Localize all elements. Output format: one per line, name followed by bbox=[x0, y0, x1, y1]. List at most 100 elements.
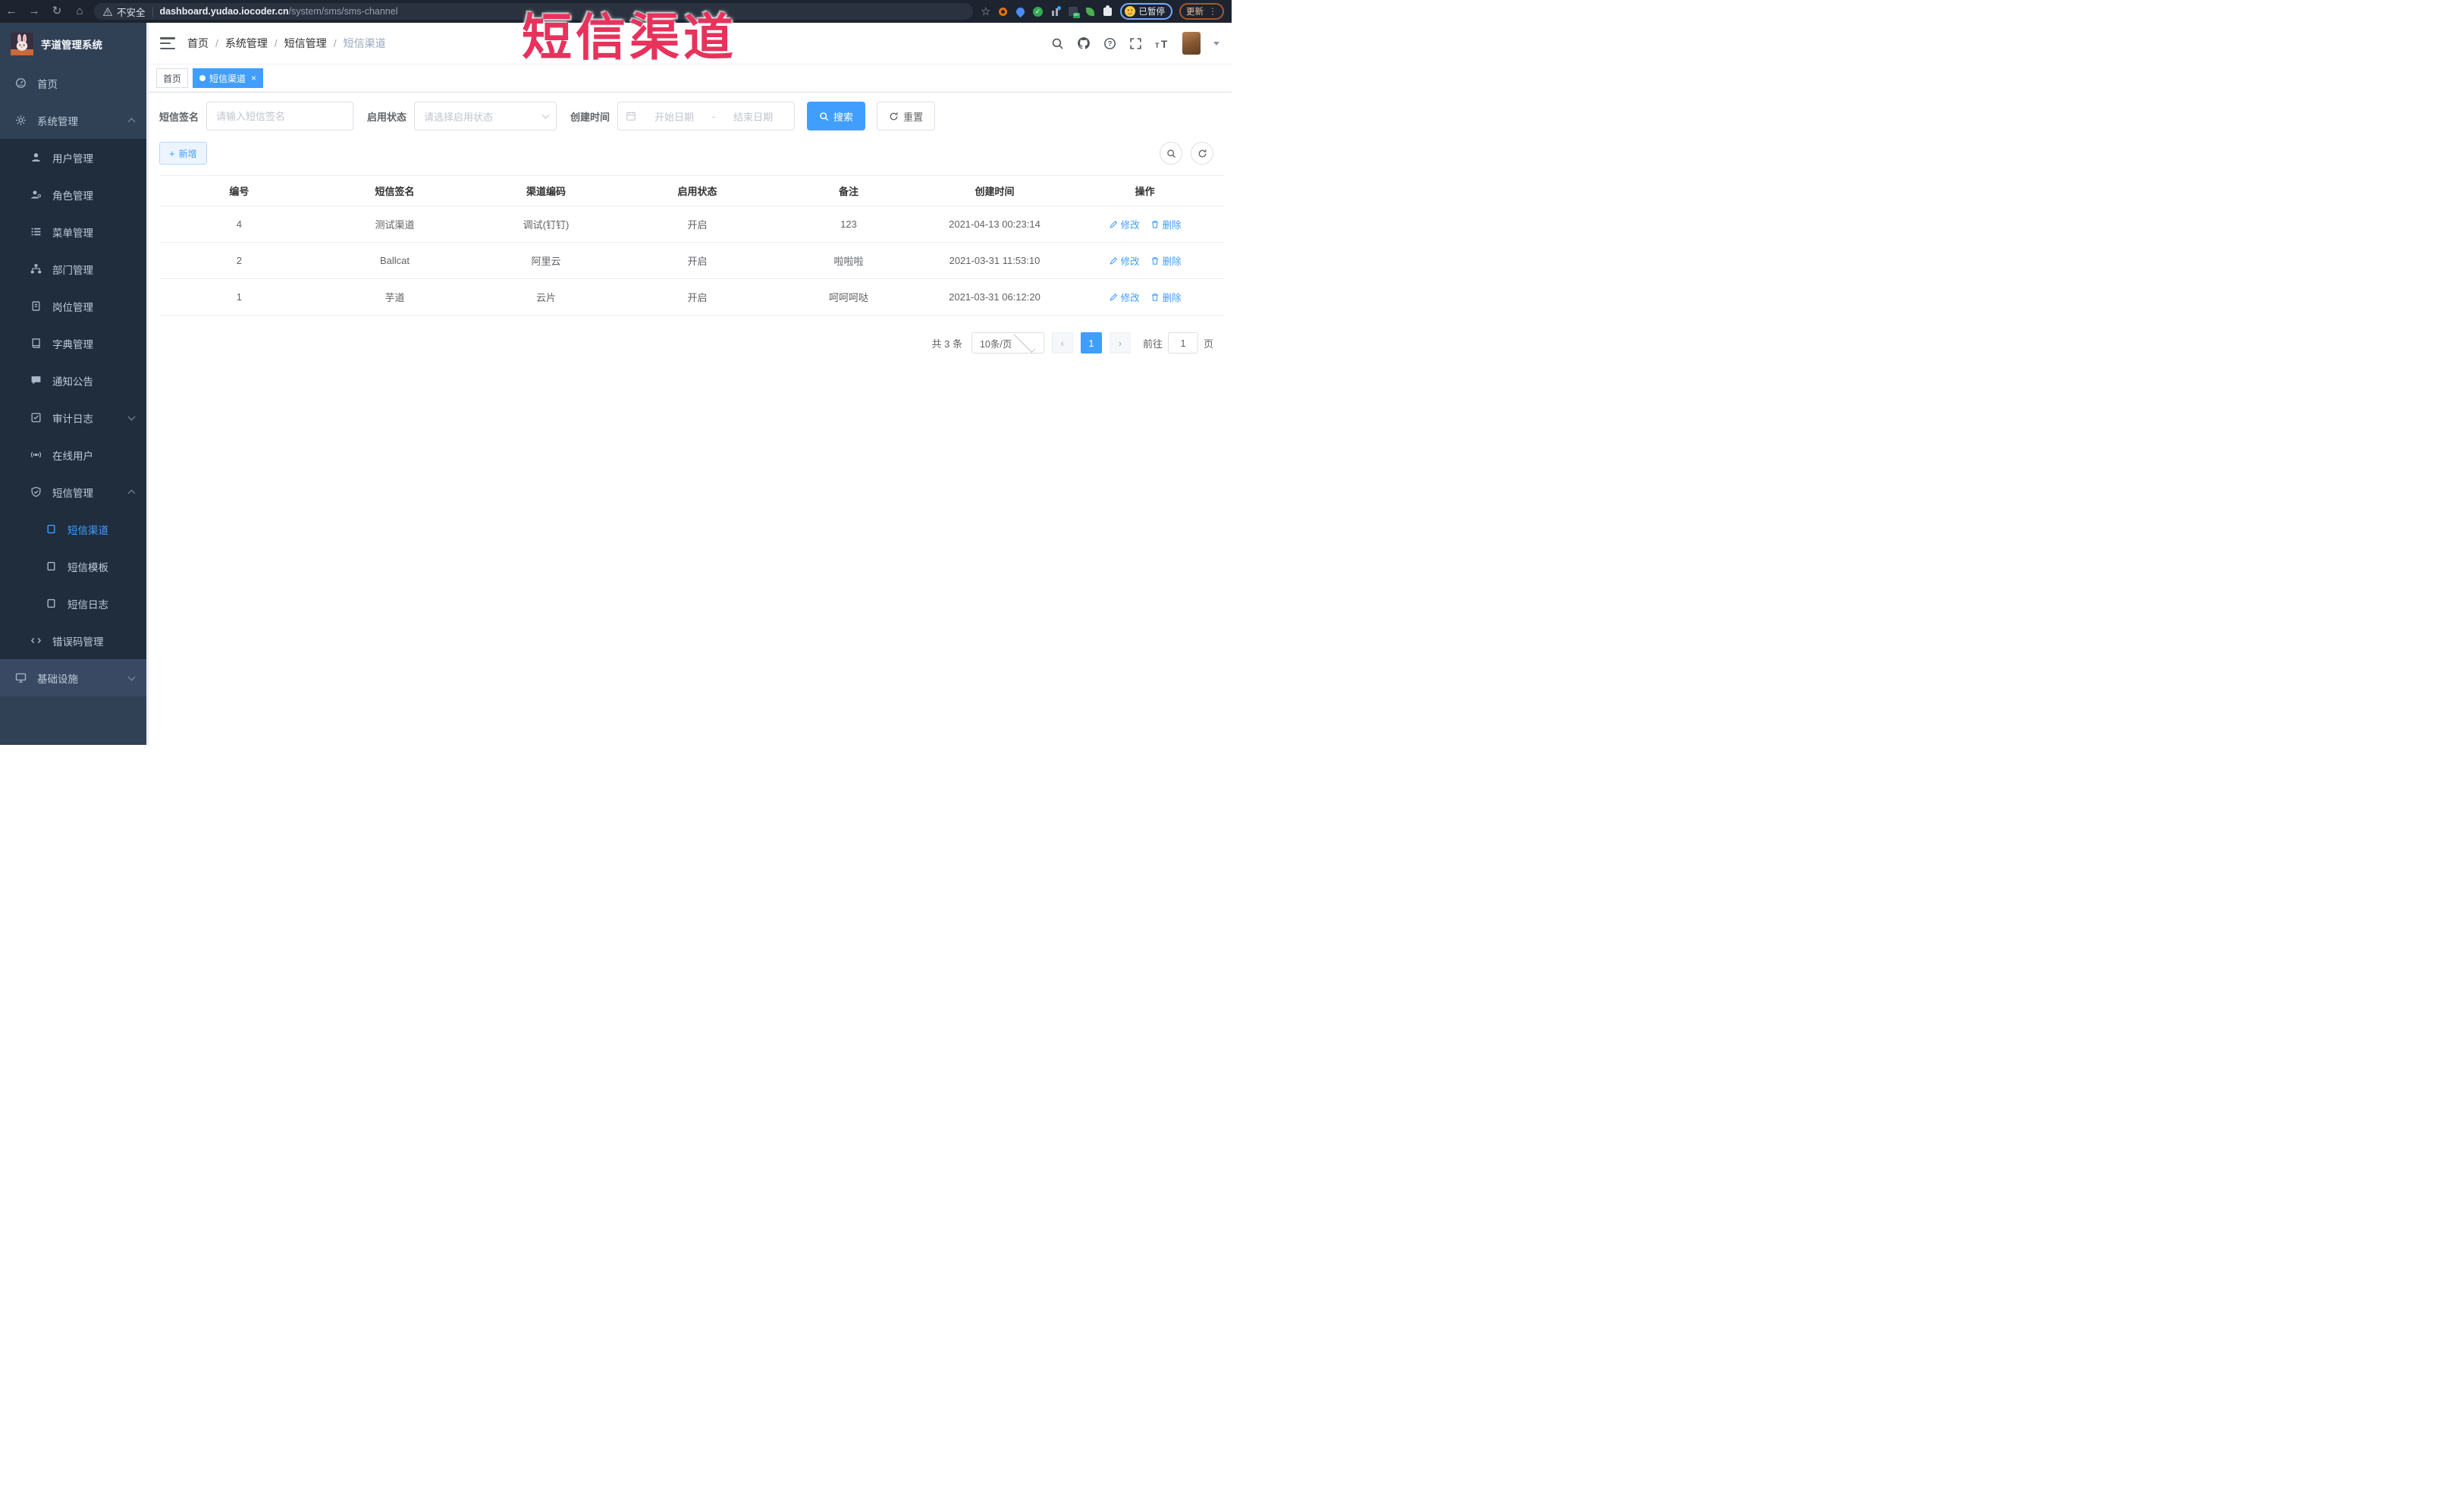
user-gear-icon bbox=[30, 189, 42, 200]
reset-button[interactable]: 重置 bbox=[877, 102, 936, 130]
browser-menu-dots-icon[interactable]: ⋮ bbox=[1208, 6, 1217, 17]
chevron-up-icon bbox=[127, 118, 136, 126]
extension-plant-icon[interactable] bbox=[1085, 6, 1096, 17]
page-size-select[interactable]: 10条/页 bbox=[971, 331, 1044, 353]
app-logo-row[interactable]: 芋道管理系统 bbox=[0, 23, 149, 64]
sidebar-item-sms-channel[interactable]: 短信渠道 bbox=[0, 510, 146, 548]
back-icon[interactable]: ← bbox=[0, 0, 23, 23]
tab-home[interactable]: 首页 bbox=[156, 68, 189, 88]
delete-link[interactable]: 删除 bbox=[1150, 253, 1182, 268]
profile-sync-paused-badge[interactable]: 已暂停 bbox=[1119, 3, 1172, 20]
sidebar-item-online-users[interactable]: 在线用户 bbox=[0, 436, 146, 473]
avatar-caret-down-icon[interactable] bbox=[1213, 41, 1219, 46]
user-avatar[interactable] bbox=[1182, 32, 1201, 55]
security-label[interactable]: 不安全 bbox=[117, 5, 146, 19]
delete-link[interactable]: 删除 bbox=[1150, 290, 1182, 304]
cell-sign: 芋道 bbox=[385, 292, 405, 303]
col-status: 启用状态 bbox=[677, 186, 717, 197]
sidebar-item-post-mgmt[interactable]: 岗位管理 bbox=[0, 287, 146, 325]
sidebar-item-sms-mgmt[interactable]: 短信管理 bbox=[0, 473, 146, 510]
refresh-table-button[interactable] bbox=[1191, 142, 1213, 165]
sidebar-item-error-code[interactable]: 错误码管理 bbox=[0, 622, 146, 659]
start-date-placeholder[interactable]: 开始日期 bbox=[641, 109, 708, 124]
sms-channel-table: 编号 短信签名 渠道编码 启用状态 备注 创建时间 操作 4 测试渠道 调试(钉… bbox=[159, 175, 1225, 316]
date-range-picker[interactable]: 开始日期 - 结束日期 bbox=[617, 102, 796, 130]
profile-emoji-icon bbox=[1124, 6, 1135, 17]
book-icon bbox=[30, 338, 42, 349]
cell-status: 开启 bbox=[687, 219, 708, 231]
edit-link[interactable]: 修改 bbox=[1109, 217, 1140, 231]
browser-update-button[interactable]: 更新 ⋮ bbox=[1179, 3, 1224, 20]
table-row: 1 芋道 云片 开启 呵呵呵哒 2021-03-31 06:12:20 修改 删… bbox=[159, 279, 1225, 316]
end-date-placeholder[interactable]: 结束日期 bbox=[720, 109, 786, 124]
fullscreen-icon[interactable] bbox=[1129, 37, 1142, 50]
table-toolbar: + 新增 bbox=[159, 142, 1232, 165]
cell-actions: 修改 删除 bbox=[1065, 217, 1225, 231]
add-button[interactable]: + 新增 bbox=[159, 142, 207, 165]
extension-check-icon[interactable]: ✓ bbox=[1033, 6, 1044, 17]
bookmark-star-icon[interactable]: ☆ bbox=[981, 5, 990, 18]
extension-puzzle-icon[interactable] bbox=[1103, 5, 1113, 17]
sidebar-item-audit-log[interactable]: 审计日志 bbox=[0, 399, 146, 436]
sidebar-item-infrastructure[interactable]: 基础设施 bbox=[0, 659, 146, 696]
close-tab-icon[interactable]: × bbox=[251, 74, 256, 83]
forward-icon[interactable]: → bbox=[23, 0, 46, 23]
announcement-icon bbox=[30, 375, 42, 386]
extension-ring-icon[interactable] bbox=[998, 6, 1009, 17]
help-icon[interactable]: ? bbox=[1103, 37, 1116, 50]
sidebar-item-notice[interactable]: 通知公告 bbox=[0, 362, 146, 399]
url-separator bbox=[152, 6, 153, 17]
sidebar-item-home[interactable]: 首页 bbox=[0, 64, 146, 102]
home-icon[interactable]: ⌂ bbox=[68, 0, 91, 23]
breadcrumb-sms[interactable]: 短信管理 bbox=[284, 36, 327, 51]
sidebar-item-sms-log[interactable]: 短信日志 bbox=[0, 585, 146, 622]
reload-icon[interactable]: ↻ bbox=[46, 0, 68, 23]
search-icon[interactable] bbox=[1051, 37, 1064, 50]
shield-check-icon bbox=[30, 486, 42, 498]
status-filter-select[interactable]: 请选择启用状态 bbox=[414, 102, 557, 130]
goto-page-input[interactable] bbox=[1167, 332, 1198, 353]
page-unit-label: 页 bbox=[1203, 338, 1213, 350]
breadcrumb-system[interactable]: 系统管理 bbox=[225, 36, 268, 51]
sidebar-item-dict-mgmt[interactable]: 字典管理 bbox=[0, 325, 146, 362]
signal-icon bbox=[30, 449, 42, 460]
prev-page-button[interactable]: ‹ bbox=[1051, 332, 1073, 353]
sidebar: 芋道管理系统 首页 系统管理 用户管理 角色管理 菜单管理 部门管理 岗位管理 … bbox=[0, 23, 149, 745]
edit-link[interactable]: 修改 bbox=[1109, 253, 1140, 268]
address-bar[interactable]: 不安全 dashboard.yudao.iocoder.cn /system/s… bbox=[94, 3, 974, 20]
main-area: 首页 / 系统管理 / 短信管理 / 短信渠道 ? T T 首页 短信渠道 × … bbox=[149, 23, 1232, 745]
tab-sms-channel[interactable]: 短信渠道 × bbox=[193, 68, 264, 88]
page-number-active[interactable]: 1 bbox=[1080, 332, 1102, 353]
extension-on-badge-icon[interactable]: on bbox=[1068, 6, 1080, 18]
sign-filter-input[interactable] bbox=[206, 102, 354, 130]
sidebar-item-system-mgmt[interactable]: 系统管理 bbox=[0, 102, 146, 139]
breadcrumb-home[interactable]: 首页 bbox=[187, 36, 209, 51]
sidebar-item-menu-mgmt[interactable]: 菜单管理 bbox=[0, 213, 146, 250]
cell-code: 阿里云 bbox=[531, 256, 561, 267]
sidebar-scrollbar[interactable] bbox=[146, 23, 149, 745]
toggle-search-button[interactable] bbox=[1160, 142, 1182, 165]
update-label: 更新 bbox=[1186, 8, 1204, 17]
sidebar-item-role-mgmt[interactable]: 角色管理 bbox=[0, 176, 146, 213]
sidebar-item-sms-template[interactable]: 短信模板 bbox=[0, 548, 146, 585]
search-button[interactable]: 搜索 bbox=[807, 102, 866, 130]
plus-icon: + bbox=[169, 147, 175, 159]
monitor-icon bbox=[15, 672, 27, 683]
filter-form: 短信签名 启用状态 请选择启用状态 创建时间 开始日期 - 结束日期 bbox=[159, 102, 1232, 130]
next-page-button[interactable]: › bbox=[1109, 332, 1131, 353]
sidebar-item-user-mgmt[interactable]: 用户管理 bbox=[0, 139, 146, 176]
table-header-row: 编号 短信签名 渠道编码 启用状态 备注 创建时间 操作 bbox=[159, 176, 1225, 206]
github-icon[interactable] bbox=[1077, 36, 1091, 50]
sidebar-toggle-icon[interactable] bbox=[160, 37, 175, 49]
sidebar-item-dept-mgmt[interactable]: 部门管理 bbox=[0, 250, 146, 287]
extension-stats-icon[interactable] bbox=[1050, 5, 1062, 17]
delete-link[interactable]: 删除 bbox=[1150, 217, 1182, 231]
font-size-icon[interactable]: TT bbox=[1155, 38, 1169, 49]
app-logo-rabbit-icon bbox=[11, 32, 33, 55]
edit-link[interactable]: 修改 bbox=[1109, 290, 1140, 304]
breadcrumb-current: 短信渠道 bbox=[343, 37, 386, 49]
extension-pin-icon[interactable] bbox=[1014, 5, 1027, 17]
cell-actions: 修改 删除 bbox=[1065, 290, 1225, 304]
sidebar-menu: 首页 系统管理 用户管理 角色管理 菜单管理 部门管理 岗位管理 字典管理 通知… bbox=[0, 64, 146, 696]
svg-text:T: T bbox=[1161, 39, 1168, 49]
